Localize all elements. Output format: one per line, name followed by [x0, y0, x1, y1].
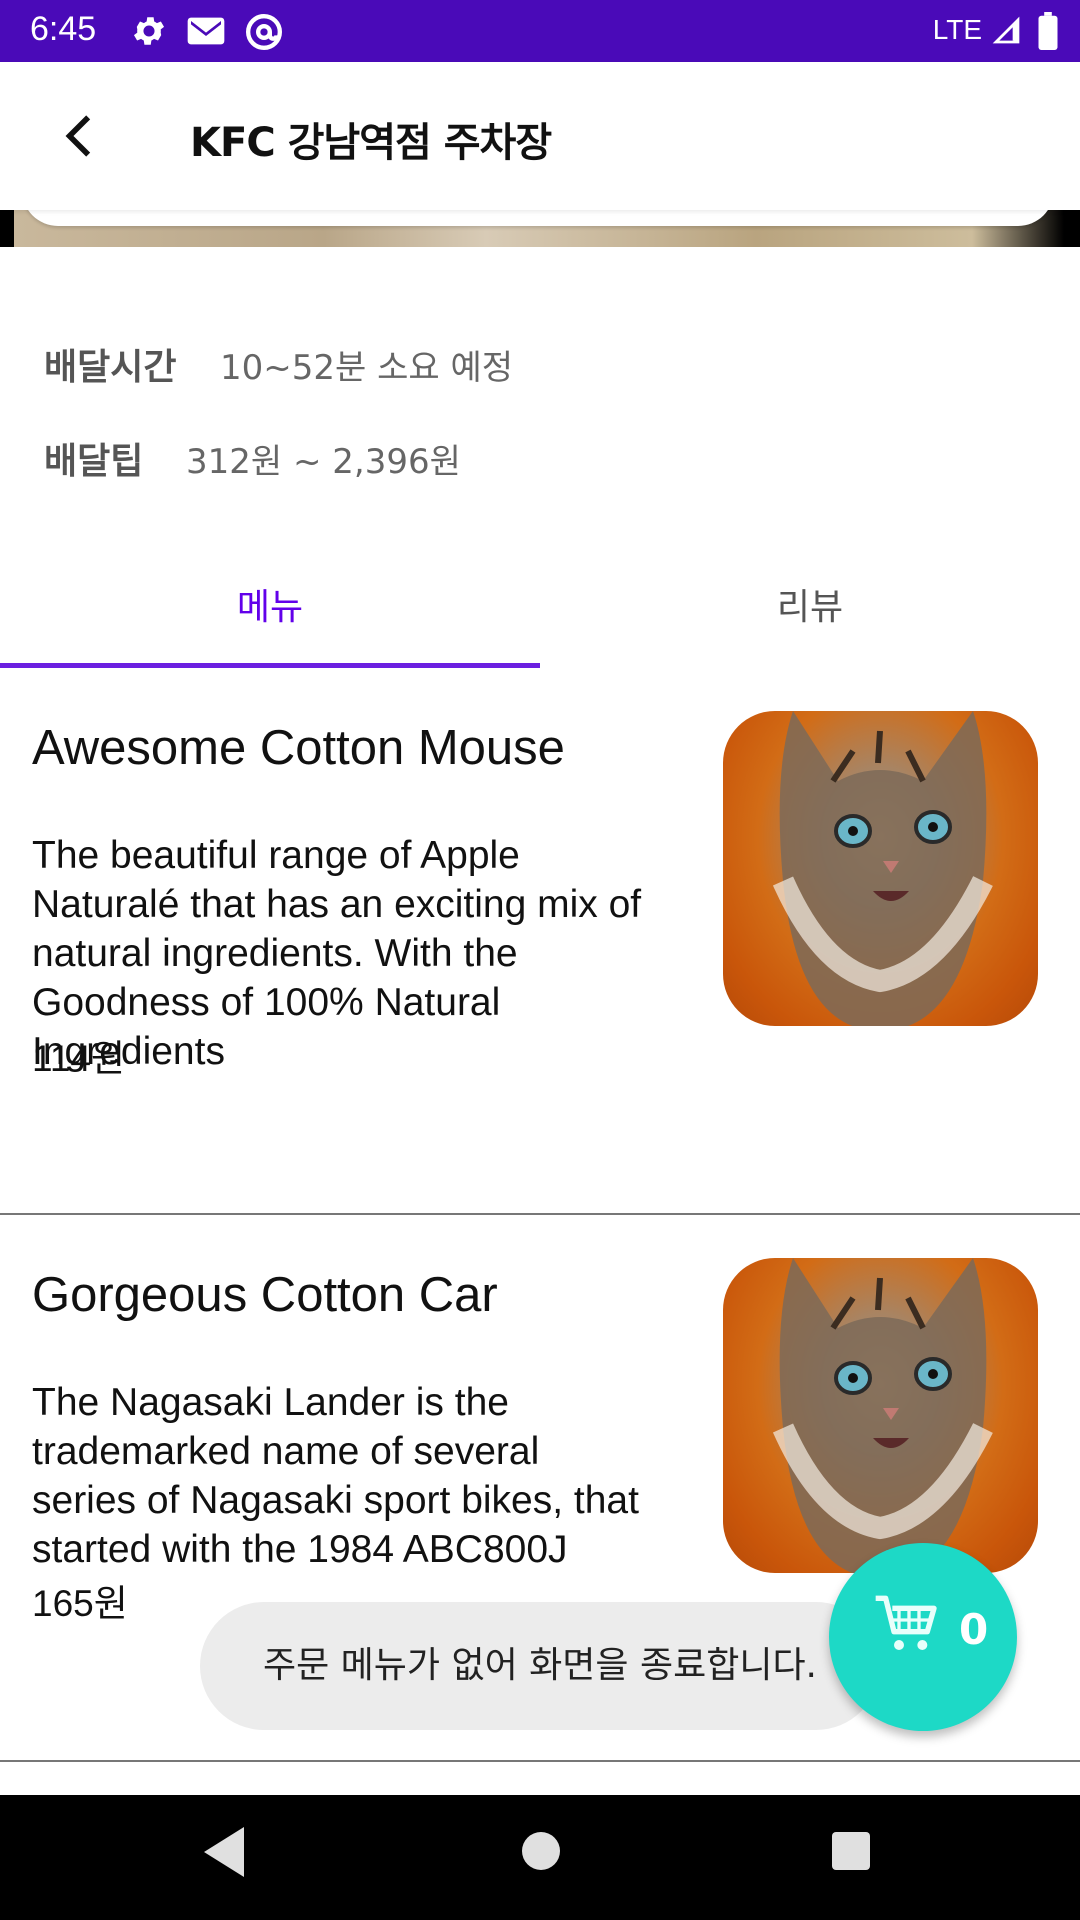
status-bar: 6:45 LTE [0, 0, 1080, 62]
battery-icon [1038, 12, 1058, 54]
home-circle-icon[interactable] [519, 1829, 563, 1877]
shopping-cart-icon [869, 1585, 949, 1669]
menu-item-price: 114원 [32, 1038, 126, 1079]
menu-item[interactable]: Awesome Cotton Mouse The beautiful range… [0, 668, 1080, 1215]
toast-message: 주문 메뉴가 없어 화면을 종료합니다. [200, 1602, 880, 1730]
delivery-tip-value: 312원 ~ 2,396원 [186, 442, 461, 482]
tab-review[interactable]: 리뷰 [540, 578, 1080, 668]
menu-item-name: Awesome Cotton Mouse [32, 721, 565, 775]
cart-count: 0 [959, 1605, 989, 1654]
menu-item-price: 165원 [32, 1583, 128, 1624]
menu-item-description: The Nagasaki Lander is the trademarked n… [32, 1381, 639, 1571]
delivery-tip-label: 배달팁 [44, 441, 144, 482]
back-button[interactable] [52, 108, 108, 164]
chevron-left-icon [65, 115, 91, 157]
app-bar: KFC 강남역점 주차장 [0, 62, 1080, 210]
cat-photo [772, 711, 993, 1026]
back-triangle-icon[interactable] [200, 1825, 246, 1883]
network-type: LTE [932, 14, 982, 45]
delivery-time-label: 배달시간 [44, 347, 177, 388]
status-time: 6:45 [30, 10, 97, 48]
cat-photo [772, 1258, 993, 1573]
tab-menu[interactable]: 메뉴 [0, 578, 540, 668]
page-title: KFC 강남역점 주차장 [190, 120, 552, 166]
gmail-icon [186, 12, 226, 54]
cart-button[interactable]: 0 [829, 1543, 1017, 1731]
at-sign-icon [244, 12, 284, 56]
delivery-time-value: 10~52분 소요 예정 [220, 348, 514, 388]
recents-square-icon[interactable] [829, 1829, 873, 1877]
navigation-bar [0, 1795, 1080, 1920]
menu-item-image [723, 711, 1038, 1026]
signal-icon [990, 14, 1022, 50]
menu-item-image [723, 1258, 1038, 1573]
settings-icon [130, 12, 168, 54]
menu-item-name: Gorgeous Cotton Car [32, 1268, 498, 1322]
